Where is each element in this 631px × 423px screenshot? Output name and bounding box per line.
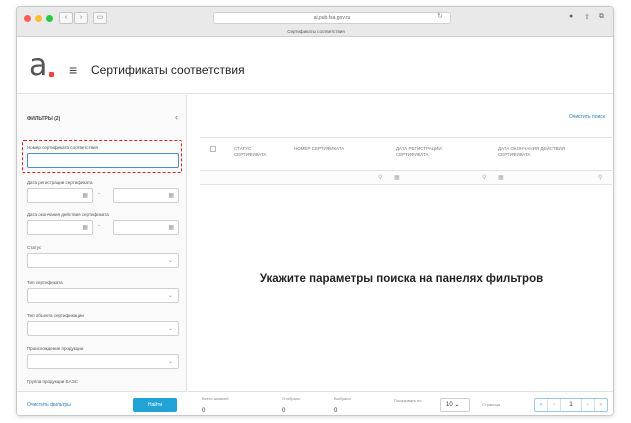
clear-search-link[interactable]: Очистить поиск xyxy=(569,114,605,120)
chevron-down-icon: ⌄ xyxy=(167,359,173,365)
range-separator: - xyxy=(98,223,100,229)
chevron-down-icon: ⌄ xyxy=(167,258,173,264)
reg-date-from[interactable]: ▦ xyxy=(27,188,93,203)
search-icon[interactable]: ⚲ xyxy=(378,174,382,181)
stat-value-total: 0 xyxy=(202,408,206,414)
menu-icon[interactable]: ≡ xyxy=(69,62,77,78)
extension-icon[interactable]: ● xyxy=(569,13,573,20)
filter-label-product-group: Группа продукции ЕАЭС xyxy=(27,379,78,384)
forward-arrow-icon[interactable]: › xyxy=(74,12,88,24)
page-size-label: Показывать по xyxy=(394,398,422,403)
filters-title: ФИЛЬТРЫ (2) xyxy=(27,116,61,122)
stat-value-filtered: 0 xyxy=(282,408,286,414)
browser-toolbar: ‹ › ▭ ai.pub.fsa.gov.ru ↻ ● ⇧ ⧉ Сертифик… xyxy=(17,7,613,37)
share-icon[interactable]: ⇧ xyxy=(584,13,590,21)
chevron-down-icon: ⌄ xyxy=(454,402,460,408)
logo-dot xyxy=(49,72,54,77)
filter-label-cert-number: Номер сертификата соответствия xyxy=(27,145,98,150)
close-window-button[interactable] xyxy=(24,15,31,22)
minimize-window-button[interactable] xyxy=(35,15,42,22)
window-controls xyxy=(24,15,53,22)
next-page-icon[interactable]: › xyxy=(582,399,595,411)
prev-page-icon[interactable]: ‹ xyxy=(548,399,562,411)
filter-label-end-date: Дата окончания действия сертификата xyxy=(27,212,109,217)
clear-filters-link[interactable]: Очистить фильтры xyxy=(27,402,71,408)
filter-label-status: Статус xyxy=(27,245,42,250)
pagination: « ‹ 1 › » xyxy=(534,398,608,412)
calendar-icon[interactable]: ▦ xyxy=(498,174,504,181)
calendar-icon[interactable]: ▦ xyxy=(394,174,400,181)
stat-label-total: Всего записей xyxy=(202,396,229,401)
filters-sidebar: ФИЛЬТРЫ (2) ‹ Номер сертификата соответс… xyxy=(17,95,187,415)
browser-window: ‹ › ▭ ai.pub.fsa.gov.ru ↻ ● ⇧ ⧉ Сертифик… xyxy=(16,6,614,416)
logo[interactable]: а xyxy=(29,51,47,81)
calendar-icon: ▦ xyxy=(82,225,88,231)
chevron-down-icon: ⌄ xyxy=(167,326,173,332)
end-date-from[interactable]: ▦ xyxy=(27,220,93,235)
reload-icon[interactable]: ↻ xyxy=(437,12,443,20)
search-icon[interactable]: ⚲ xyxy=(598,174,602,181)
chevron-down-icon: ⌄ xyxy=(167,293,173,299)
cert-type-select[interactable]: ⌄ xyxy=(27,288,179,303)
last-page-icon[interactable]: » xyxy=(595,399,607,411)
table-header: Статус сертификата Номер сертификата Дат… xyxy=(200,137,612,171)
page-size-select[interactable]: 10 ⌄ xyxy=(440,398,470,412)
tabs-icon[interactable]: ⧉ xyxy=(599,13,604,21)
empty-state-message: Укажите параметры поиска на панелях филь… xyxy=(259,273,544,285)
stat-value-selected: 0 xyxy=(334,408,338,414)
stat-label-filtered: Отобрано xyxy=(282,396,301,401)
calendar-icon: ▦ xyxy=(168,225,174,231)
calendar-icon: ▦ xyxy=(168,193,174,199)
sidebar-toggle-icon[interactable]: ▭ xyxy=(93,12,107,24)
object-type-select[interactable]: ⌄ xyxy=(27,321,179,336)
results-panel: Очистить поиск Статус сертификата Номер … xyxy=(188,95,613,415)
search-icon[interactable]: ⚲ xyxy=(482,174,486,181)
filter-label-origin: Происхождение продукции xyxy=(27,346,84,351)
select-all-checkbox[interactable] xyxy=(210,146,216,152)
column-header-end-date[interactable]: Дата окончания действия сертификата xyxy=(498,146,574,157)
origin-select[interactable]: ⌄ xyxy=(27,354,179,369)
current-page[interactable]: 1 xyxy=(561,399,582,411)
back-arrow-icon[interactable]: ‹ xyxy=(59,12,73,24)
table-filter-row: ⚲ ▦ ⚲ ▦ ⚲ xyxy=(200,171,612,185)
page-title: Сертификаты соответствия xyxy=(91,63,245,77)
find-button[interactable]: Найти xyxy=(133,398,177,412)
range-separator: - xyxy=(98,191,100,197)
column-header-status[interactable]: Статус сертификата xyxy=(234,146,280,157)
reg-date-to[interactable]: ▦ xyxy=(113,188,179,203)
filter-label-cert-type: Тип сертификата xyxy=(27,280,63,285)
filter-label-reg-date: Дата регистрации сертификата xyxy=(27,180,93,185)
app-header: а ≡ Сертификаты соответствия xyxy=(17,38,613,94)
end-date-to[interactable]: ▦ xyxy=(113,220,179,235)
cert-number-input[interactable] xyxy=(27,153,179,168)
calendar-icon: ▦ xyxy=(82,193,88,199)
results-footer: Всего записей 0 Отобрано 0 Выбрано 0 Пок… xyxy=(188,391,613,415)
zoom-window-button[interactable] xyxy=(46,15,53,22)
collapse-sidebar-icon[interactable]: ‹ xyxy=(175,112,178,122)
page-size-value: 10 xyxy=(446,402,453,408)
tab-title[interactable]: Сертификаты соответствия xyxy=(17,27,613,37)
status-select[interactable]: ⌄ xyxy=(27,253,179,268)
pages-label: Страница xyxy=(482,402,501,407)
stat-label-selected: Выбрано xyxy=(334,396,351,401)
address-bar[interactable]: ai.pub.fsa.gov.ru xyxy=(213,12,451,24)
sidebar-footer: Очистить фильтры Найти xyxy=(17,391,187,415)
column-header-number[interactable]: Номер сертификата xyxy=(294,146,384,152)
first-page-icon[interactable]: « xyxy=(535,399,549,411)
column-header-reg-date[interactable]: Дата регистрации сертификата xyxy=(396,146,472,157)
filter-label-object-type: Тип объекта сертификации xyxy=(27,313,84,318)
